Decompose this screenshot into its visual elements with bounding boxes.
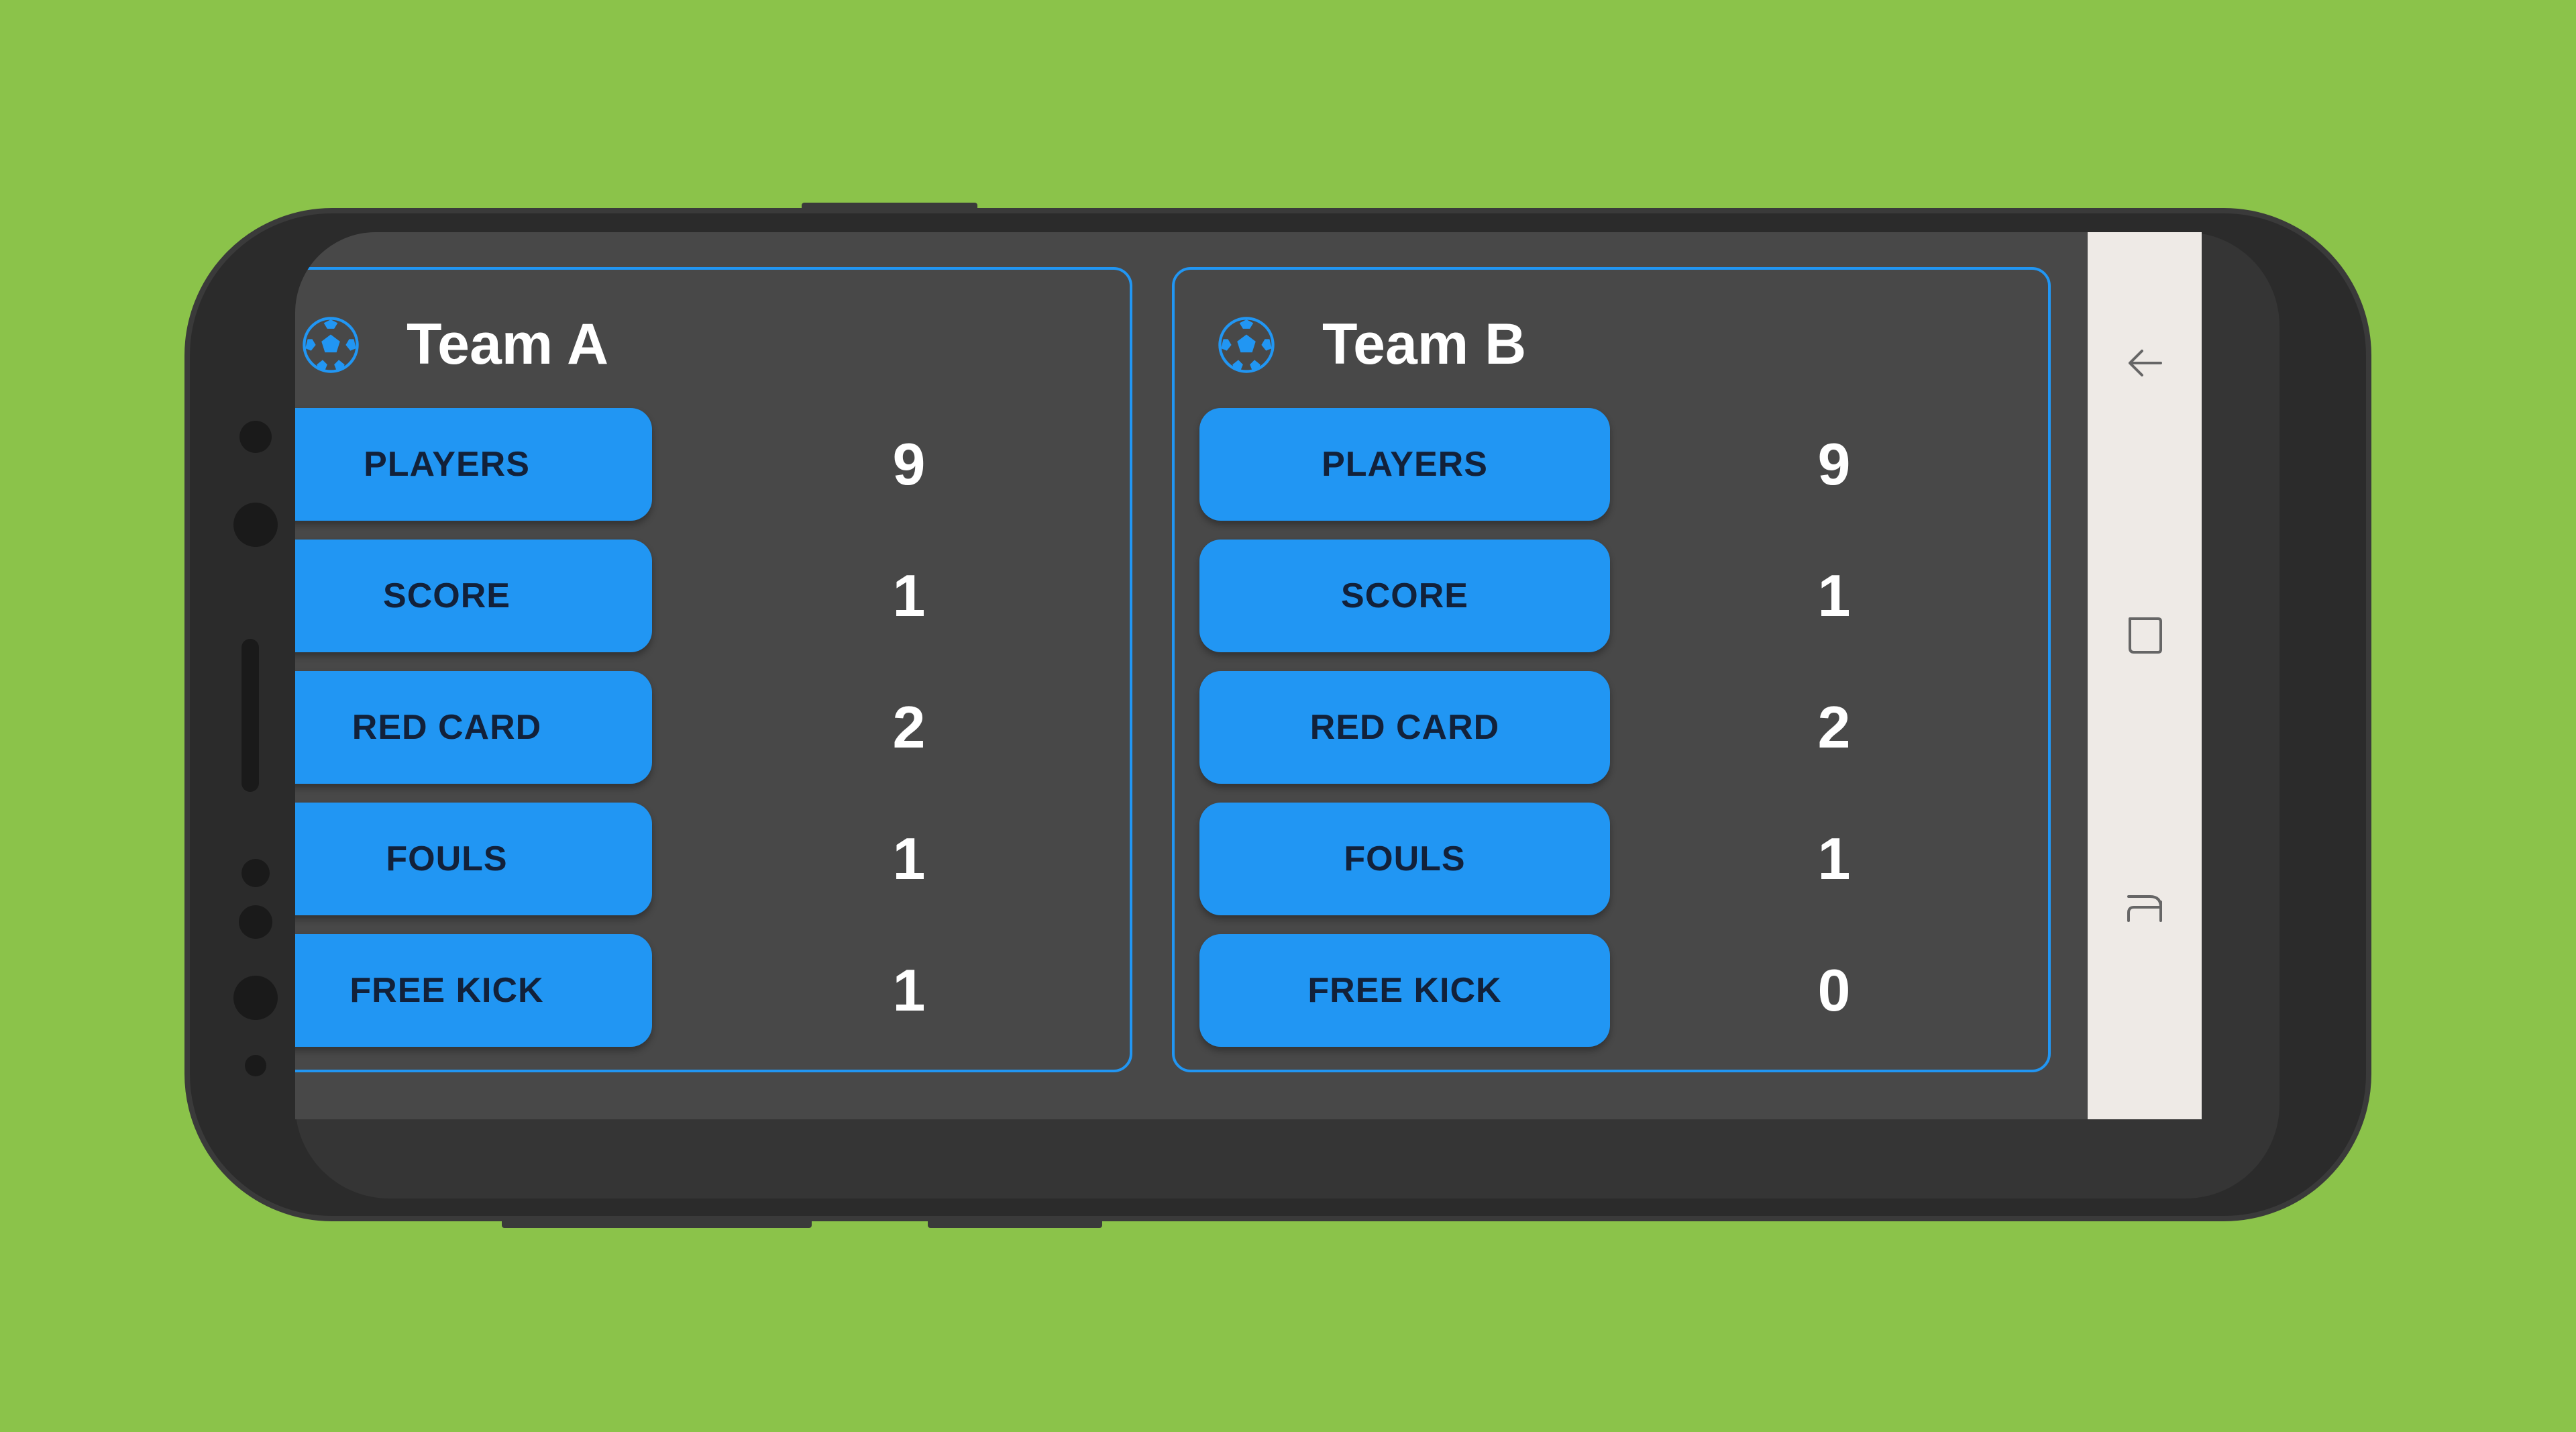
fouls-button-a[interactable]: FOULS	[295, 803, 652, 915]
free-kick-button-b[interactable]: FREE KICK	[1199, 934, 1610, 1047]
free-kick-value-b: 0	[1817, 957, 1851, 1023]
free-kick-value-a: 1	[892, 957, 926, 1023]
team-name-a: Team A	[407, 312, 609, 376]
recent-apps-button[interactable]	[2121, 881, 2168, 928]
soccer-ball-icon	[1218, 316, 1275, 373]
red-card-value-b: 2	[1817, 694, 1851, 760]
back-button[interactable]	[2121, 340, 2168, 387]
score-value-a: 1	[892, 562, 926, 629]
players-button-b[interactable]: PLAYERS	[1199, 408, 1610, 521]
recent-apps-icon	[2127, 895, 2162, 922]
score-value-b: 1	[1817, 562, 1851, 629]
free-kick-button-a[interactable]: FREE KICK	[295, 934, 652, 1047]
navigation-bar	[2088, 232, 2202, 1119]
players-value-a: 9	[892, 431, 926, 497]
sensor-dot	[239, 421, 272, 453]
fouls-value-b: 1	[1817, 825, 1851, 892]
team-name-b: Team B	[1322, 312, 1527, 376]
sensor-dot	[239, 905, 272, 939]
red-card-value-a: 2	[892, 694, 926, 760]
team-header-a: Team A	[302, 311, 608, 378]
red-card-button-a[interactable]: RED CARD	[295, 671, 652, 784]
score-button-b[interactable]: SCORE	[1199, 540, 1610, 652]
app-screen: Team A PLAYERS 9 SCORE 1 RED CARD 2 FOUL…	[295, 232, 2202, 1119]
score-button-a[interactable]: SCORE	[295, 540, 652, 652]
fouls-button-b[interactable]: FOULS	[1199, 803, 1610, 915]
front-camera	[233, 503, 278, 547]
soccer-ball-icon	[303, 316, 359, 373]
sensor-dot	[245, 1055, 266, 1076]
overview-icon	[2129, 617, 2162, 654]
players-button-a[interactable]: PLAYERS	[295, 408, 652, 521]
players-value-b: 9	[1817, 431, 1851, 497]
back-icon	[2129, 350, 2162, 376]
earpiece-speaker	[241, 639, 259, 792]
overview-button[interactable]	[2121, 611, 2168, 658]
iris-scanner	[233, 976, 278, 1020]
team-header-b: Team B	[1218, 311, 1526, 378]
sensor-dot	[241, 859, 270, 887]
fouls-value-a: 1	[892, 825, 926, 892]
red-card-button-b[interactable]: RED CARD	[1199, 671, 1610, 784]
